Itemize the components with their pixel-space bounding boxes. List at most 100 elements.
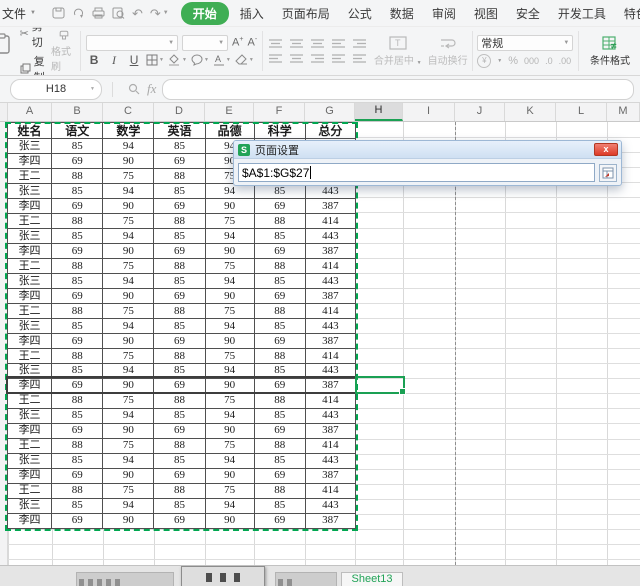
cell-D24[interactable]: 69 xyxy=(154,468,205,483)
cell-A24[interactable]: 李四 xyxy=(8,468,52,483)
cell-F18[interactable]: 69 xyxy=(254,378,305,393)
cell-A20[interactable]: 张三 xyxy=(8,408,52,423)
cell-F1[interactable]: 科学 xyxy=(254,123,305,139)
cell-C9[interactable]: 90 xyxy=(103,244,154,259)
cell-E9[interactable]: 90 xyxy=(205,244,254,259)
cell-A22[interactable]: 王二 xyxy=(8,438,52,453)
cell-C8[interactable]: 94 xyxy=(103,229,154,244)
borders-button[interactable]: ▼ xyxy=(146,54,164,66)
cell-G16[interactable]: 414 xyxy=(305,349,355,364)
column-header-M[interactable]: M xyxy=(607,103,640,121)
cell-C18[interactable]: 90 xyxy=(103,378,154,393)
cell-F27[interactable]: 69 xyxy=(254,513,305,528)
cell-C4[interactable]: 75 xyxy=(103,169,154,184)
currency-icon[interactable]: ¥ xyxy=(477,54,491,68)
spreadsheet-grid[interactable]: 姓名语文数学英语品德科学总分张三8594859485443李四699069906… xyxy=(0,122,640,565)
sheet-tab-active[interactable]: Sheet13 xyxy=(341,572,403,586)
cell-E24[interactable]: 90 xyxy=(205,468,254,483)
cell-B1[interactable]: 语文 xyxy=(52,123,103,139)
cell-D25[interactable]: 88 xyxy=(154,483,205,498)
cell-B4[interactable]: 88 xyxy=(52,169,103,184)
underline-button[interactable]: U xyxy=(126,53,142,67)
cell-C22[interactable]: 75 xyxy=(103,438,154,453)
column-header-B[interactable]: B xyxy=(52,103,103,121)
column-header-G[interactable]: G xyxy=(305,103,355,121)
cell-D8[interactable]: 85 xyxy=(154,229,205,244)
cell-D11[interactable]: 85 xyxy=(154,274,205,289)
cell-G11[interactable]: 443 xyxy=(305,274,355,289)
cell-F11[interactable]: 85 xyxy=(254,274,305,289)
cell-C6[interactable]: 90 xyxy=(103,199,154,214)
fill-color-button[interactable]: ▼ xyxy=(168,54,187,66)
cell-G24[interactable]: 387 xyxy=(305,468,355,483)
cell-D22[interactable]: 88 xyxy=(154,438,205,453)
cell-F22[interactable]: 88 xyxy=(254,438,305,453)
fill-handle[interactable] xyxy=(399,388,406,395)
cell-C14[interactable]: 94 xyxy=(103,319,154,334)
percent-button[interactable]: % xyxy=(508,55,518,67)
font-size-select[interactable]: ▼ xyxy=(182,35,228,51)
cell-D27[interactable]: 69 xyxy=(154,513,205,528)
customize-toolbar-icon[interactable]: ▼ xyxy=(163,10,169,16)
range-picker-button[interactable] xyxy=(599,164,617,182)
thousands-button[interactable]: 000 xyxy=(524,56,539,66)
cell-A5[interactable]: 张三 xyxy=(8,184,52,199)
cell-C7[interactable]: 75 xyxy=(103,214,154,229)
column-header-L[interactable]: L xyxy=(556,103,607,121)
cell-A17[interactable]: 张三 xyxy=(8,364,52,379)
cell-B6[interactable]: 69 xyxy=(52,199,103,214)
ribbon-tab-9[interactable]: 特色应用 xyxy=(617,2,640,25)
file-menu[interactable]: 文件 ▼ xyxy=(0,5,40,22)
ribbon-tab-2[interactable]: 页面布局 xyxy=(275,2,337,25)
cell-G22[interactable]: 414 xyxy=(305,438,355,453)
cell-E22[interactable]: 75 xyxy=(205,438,254,453)
active-cell-H18[interactable] xyxy=(355,376,405,394)
cell-E27[interactable]: 90 xyxy=(205,513,254,528)
cell-E6[interactable]: 90 xyxy=(205,199,254,214)
cell-F9[interactable]: 69 xyxy=(254,244,305,259)
cell-G21[interactable]: 387 xyxy=(305,423,355,438)
cell-G14[interactable]: 443 xyxy=(305,319,355,334)
column-header-F[interactable]: F xyxy=(254,103,305,121)
cell-A14[interactable]: 张三 xyxy=(8,319,52,334)
align-top-icon[interactable] xyxy=(268,38,283,49)
cell-B9[interactable]: 69 xyxy=(52,244,103,259)
merge-center-button[interactable]: T 合并居中 ▼ xyxy=(371,27,425,75)
cell-E16[interactable]: 75 xyxy=(205,349,254,364)
cell-G27[interactable]: 387 xyxy=(305,513,355,528)
align-left-icon[interactable] xyxy=(268,53,283,64)
wrap-text-button[interactable]: 自动换行 xyxy=(425,27,471,75)
sheet-tab[interactable] xyxy=(76,572,174,586)
cell-B15[interactable]: 69 xyxy=(52,334,103,349)
cell-D20[interactable]: 85 xyxy=(154,408,205,423)
cell-G1[interactable]: 总分 xyxy=(305,123,355,139)
cell-B22[interactable]: 88 xyxy=(52,438,103,453)
ribbon-tab-5[interactable]: 审阅 xyxy=(425,2,463,25)
cell-B10[interactable]: 88 xyxy=(52,259,103,274)
cell-A25[interactable]: 王二 xyxy=(8,483,52,498)
cell-D26[interactable]: 85 xyxy=(154,498,205,513)
align-middle-icon[interactable] xyxy=(289,38,304,49)
cell-F19[interactable]: 88 xyxy=(254,393,305,408)
decrease-decimal-button[interactable]: .00 xyxy=(559,56,572,66)
cell-G13[interactable]: 414 xyxy=(305,304,355,319)
cell-E15[interactable]: 90 xyxy=(205,334,254,349)
cell-A19[interactable]: 王二 xyxy=(8,393,52,408)
increase-font-icon[interactable]: A+ xyxy=(232,36,243,49)
column-header-I[interactable]: I xyxy=(403,103,455,121)
cell-D6[interactable]: 69 xyxy=(154,199,205,214)
distribute-icon[interactable] xyxy=(352,53,367,64)
cell-E23[interactable]: 94 xyxy=(205,453,254,468)
cell-A3[interactable]: 李四 xyxy=(8,154,52,169)
cell-C26[interactable]: 94 xyxy=(103,498,154,513)
cell-A21[interactable]: 李四 xyxy=(8,423,52,438)
cell-G26[interactable]: 443 xyxy=(305,498,355,513)
cell-G23[interactable]: 443 xyxy=(305,453,355,468)
sheet-tab[interactable] xyxy=(275,572,337,586)
cell-C25[interactable]: 75 xyxy=(103,483,154,498)
select-all-stub[interactable] xyxy=(0,103,8,121)
ribbon-tab-3[interactable]: 公式 xyxy=(341,2,379,25)
cell-F14[interactable]: 85 xyxy=(254,319,305,334)
cell-G10[interactable]: 414 xyxy=(305,259,355,274)
column-header-A[interactable]: A xyxy=(8,103,52,121)
